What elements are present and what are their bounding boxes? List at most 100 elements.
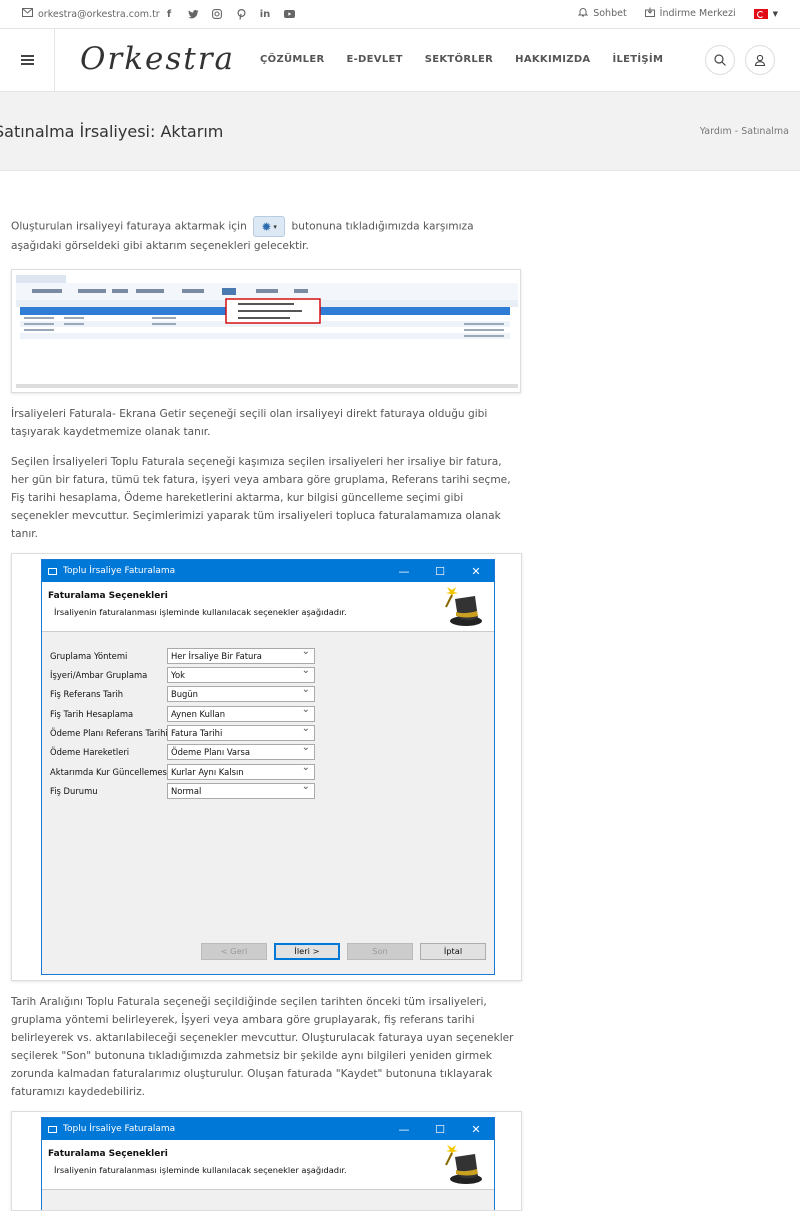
select-isyeri-ambar[interactable]: Yok [167,664,315,683]
social-links: f in [162,7,296,21]
pinterest-icon[interactable] [234,7,248,21]
nav-item-hakkimizda[interactable]: HAKKIMIZDA [515,54,590,65]
site-header: Orkestra ÇÖZÜMLER E-DEVLET SEKTÖRLER HAK… [0,29,800,92]
transfer-menu-screenshot [11,269,521,393]
field-label: Fiş Durumu [50,786,98,796]
dialog-screenshot-2: Toplu İrsaliye Faturalama — ☐ ✕ Faturala… [11,1111,522,1211]
field-fis-durumu: Fiş Durumu Normal [50,780,322,799]
twitter-icon[interactable] [186,7,200,21]
window-title: Toplu İrsaliye Faturalama [63,566,176,576]
magic-hat-icon [445,587,482,626]
window-titlebar: Toplu İrsaliye Faturalama — ☐ ✕ [42,1118,494,1140]
paragraph-2: İrsaliyeleri Faturala- Ekrana Getir seçe… [11,408,488,438]
chat-label: Sohbet [593,8,627,19]
select-fis-referans-tarih[interactable]: Bugün [167,683,315,702]
hamburger-icon [20,59,34,61]
close-icon[interactable]: ✕ [458,565,494,578]
envelope-icon [22,8,33,20]
user-button[interactable] [745,45,775,75]
dialog-subheading: İrsaliyenin faturalanması işleminde kull… [54,1165,347,1175]
maximize-icon[interactable]: ☐ [422,1123,458,1136]
dialog-heading: Faturalama Seçenekleri [48,1149,168,1159]
search-button[interactable] [705,45,735,75]
window-title: Toplu İrsaliye Faturalama [63,1124,176,1134]
field-label: Ödeme Planı Referans Tarihi [50,728,168,738]
dialog-heading: Faturalama Seçenekleri [48,591,168,601]
next-button[interactable]: İleri > [274,943,340,960]
language-selector[interactable]: ▼ [753,8,778,19]
field-fis-referans-tarih: Fiş Referans Tarih Bugün [50,683,322,702]
email-link[interactable]: orkestra@orkestra.com.tr [22,8,160,20]
nav-item-e-devlet[interactable]: E-DEVLET [346,54,402,65]
facebook-icon[interactable]: f [162,7,176,21]
select-gruplama-yontemi[interactable]: Her İrsaliye Bir Fatura [167,645,315,664]
dialog-header: Faturalama Seçenekleri İrsaliyenin fatur… [42,582,494,632]
dialog-screenshot-1: Toplu İrsaliye Faturalama — ☐ ✕ Faturala… [11,553,522,981]
breadcrumb[interactable]: Yardım - Satınalma [700,126,789,137]
user-icon [754,54,766,66]
menu-button[interactable] [0,29,55,91]
nav-item-sektorler[interactable]: SEKTÖRLER [425,54,493,65]
nav-item-cozumler[interactable]: ÇÖZÜMLER [260,54,324,65]
site-logo[interactable]: Orkestra [80,41,235,77]
caret-down-icon: ▾ [273,222,277,231]
field-label: İşyeri/Ambar Gruplama [50,670,148,680]
select-odeme-plani-ref[interactable]: Fatura Tarihi [167,722,315,741]
turkish-flag-icon [753,8,768,19]
field-odeme-plani-ref: Ödeme Planı Referans Tarihi Fatura Tarihi [50,722,322,741]
gear-icon: ✹ [261,219,272,234]
paragraph-3: Seçilen İrsaliyeleri Toplu Faturala seçe… [11,456,511,540]
minimize-icon[interactable]: — [386,1123,422,1136]
paragraph-4: Tarih Aralığını Toplu Faturala seçeneği … [11,996,514,1098]
field-kur-guncellemesi: Aktarımda Kur Güncellemesi Kurlar Aynı Ka… [50,761,322,780]
select-kur-guncellemesi[interactable]: Kurlar Aynı Kalsın [167,761,315,780]
download-label: İndirme Merkezi [659,8,736,19]
cancel-button[interactable]: İptal [420,943,486,960]
select-fis-tarih-hesaplama[interactable]: Aynen Kullan [167,703,315,722]
search-icon [714,54,726,66]
p1-text-a: Oluşturulan irsaliyeyi faturaya aktarmak… [11,220,247,233]
download-icon [644,7,655,20]
dialog-header: Faturalama Seçenekleri İrsaliyenin fatur… [42,1140,494,1190]
finish-button[interactable]: Son [347,943,413,960]
field-isyeri-ambar: İşyeri/Ambar Gruplama Yok [50,664,322,683]
maximize-icon[interactable]: ☐ [422,565,458,578]
grid-screenshot [12,270,520,392]
window-icon [48,1125,57,1133]
download-center-link[interactable]: İndirme Merkezi [644,7,736,20]
dialog-buttons: < Geri İleri > Son İptal [201,943,486,960]
window-icon [48,567,57,575]
field-odeme-hareketleri: Ödeme Hareketleri Ödeme Planı Varsa [50,741,322,760]
nav-item-iletisim[interactable]: İLETİŞİM [612,54,663,65]
close-icon[interactable]: ✕ [458,1123,494,1136]
transfer-gear-button: ✹ ▾ [253,216,286,237]
field-gruplama-yontemi: Gruplama Yöntemi Her İrsaliye Bir Fatura [50,645,322,664]
field-label: Ödeme Hareketleri [50,747,130,757]
dialog-subheading: İrsaliyenin faturalanması işleminde kull… [54,607,347,617]
toplu-faturalama-window-2: Toplu İrsaliye Faturalama — ☐ ✕ Faturala… [41,1117,495,1210]
linkedin-icon[interactable]: in [258,7,272,21]
back-button[interactable]: < Geri [201,943,267,960]
window-titlebar: Toplu İrsaliye Faturalama — ☐ ✕ [42,560,494,582]
magic-hat-icon [445,1145,482,1184]
select-fis-durumu[interactable]: Normal [167,780,315,799]
field-label: Fiş Tarih Hesaplama [50,709,134,719]
main-nav: ÇÖZÜMLER E-DEVLET SEKTÖRLER HAKKIMIZDA İ… [260,54,663,65]
top-bar: orkestra@orkestra.com.tr f in Sohbet İnd… [0,0,800,29]
page-title: Satınalma İrsaliyesi: Aktarım [0,122,224,141]
field-label: Aktarımda Kur Güncellemesi [50,767,170,777]
toplu-faturalama-window: Toplu İrsaliye Faturalama — ☐ ✕ Faturala… [41,559,495,975]
chat-link[interactable]: Sohbet [577,7,627,20]
bell-icon [577,7,589,20]
field-fis-tarih-hesaplama: Fiş Tarih Hesaplama Aynen Kullan [50,703,322,722]
paragraph-1: Oluşturulan irsaliyeyi faturaya aktarmak… [11,216,521,255]
minimize-icon[interactable]: — [386,565,422,578]
field-label: Gruplama Yöntemi [50,651,128,661]
select-odeme-hareketleri[interactable]: Ödeme Planı Varsa [167,741,315,760]
email-text: orkestra@orkestra.com.tr [38,8,160,20]
instagram-icon[interactable] [210,7,224,21]
caret-down-icon: ▼ [772,9,778,18]
youtube-icon[interactable] [282,7,296,21]
field-label: Fiş Referans Tarih [50,689,124,699]
page-header: Satınalma İrsaliyesi: Aktarım Yardım - S… [0,92,800,171]
